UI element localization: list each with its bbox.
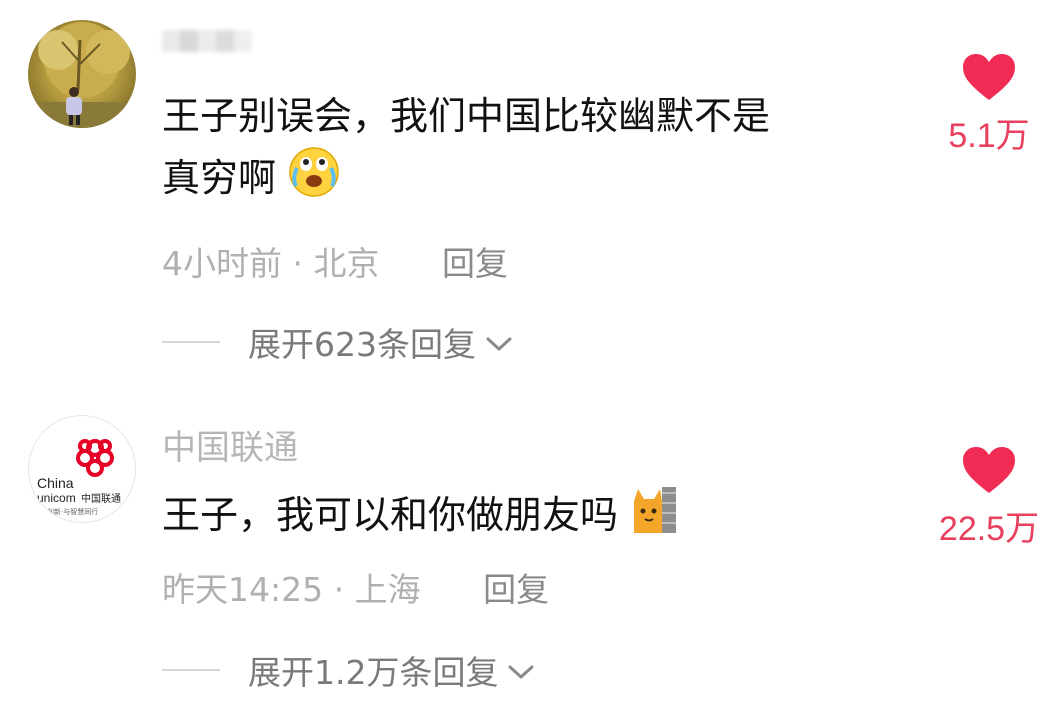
comment-text-line: 真穷啊 — [162, 146, 892, 215]
crying-laughing-emoji-icon — [288, 146, 340, 215]
meta-separator: · — [323, 570, 355, 609]
svg-text:China: China — [37, 475, 74, 491]
comment-item: China unicom 中国联通 创新·与智慧同行 中国联通 王子，我可以和你… — [0, 395, 1059, 714]
expand-replies-button[interactable]: 展开1.2万条回复 — [162, 646, 536, 694]
expand-replies-button[interactable]: 展开623条回复 — [162, 318, 514, 366]
like-count: 22.5万 — [938, 510, 1040, 548]
comment-text: 王子别误会，我们中国比较幽默不是 真穷啊 — [162, 86, 892, 215]
comment-item: 王子别误会，我们中国比较幽默不是 真穷啊 4小时前 · 北京 回复 展开623条… — [0, 0, 1059, 390]
china-unicom-logo-icon: China unicom 中国联通 创新·与智慧同行 — [37, 439, 121, 516]
user-avatar[interactable] — [28, 20, 136, 128]
comment-text-line: 王子别误会，我们中国比较幽默不是 — [162, 94, 771, 138]
svg-text:unicom: unicom — [37, 491, 76, 505]
like-button[interactable]: 22.5万 — [919, 445, 1059, 550]
like-count: 5.1万 — [948, 117, 1030, 155]
cat-peeking-emoji-icon — [630, 483, 678, 552]
heart-icon — [963, 54, 1015, 100]
chevron-down-icon — [484, 323, 514, 362]
avatar-photo-icon — [28, 22, 136, 128]
comment-text-fragment: 真穷啊 — [162, 156, 277, 200]
chevron-down-icon — [506, 651, 536, 690]
username[interactable]: 中国联通 — [162, 420, 298, 469]
expand-replies-label: 展开623条回复 — [248, 325, 476, 364]
expand-replies-label: 展开1.2万条回复 — [248, 653, 499, 692]
comment-meta: 4小时前 · 北京 回复 — [162, 237, 508, 285]
like-button[interactable]: 5.1万 — [919, 52, 1059, 157]
username[interactable] — [162, 30, 252, 52]
comment-text: 王子，我可以和你做朋友吗 — [162, 483, 892, 552]
user-avatar[interactable]: China unicom 中国联通 创新·与智慧同行 — [28, 415, 136, 523]
comment-time: 昨天14:25 — [162, 570, 324, 609]
comment-text-line: 王子，我可以和你做朋友吗 — [162, 493, 619, 537]
expand-divider-line — [162, 669, 220, 671]
svg-text:中国联通: 中国联通 — [81, 492, 121, 505]
reply-button[interactable]: 回复 — [483, 570, 549, 609]
comment-time: 4小时前 — [162, 244, 282, 283]
heart-icon — [963, 447, 1015, 493]
comment-meta: 昨天14:25 · 上海 回复 — [162, 563, 549, 611]
expand-divider-line — [162, 341, 220, 343]
meta-separator: · — [282, 244, 314, 283]
comment-location: 上海 — [354, 570, 421, 609]
comment-location: 北京 — [313, 244, 380, 283]
reply-button[interactable]: 回复 — [442, 244, 508, 283]
svg-text:创新·与智慧同行: 创新·与智慧同行 — [47, 507, 98, 516]
